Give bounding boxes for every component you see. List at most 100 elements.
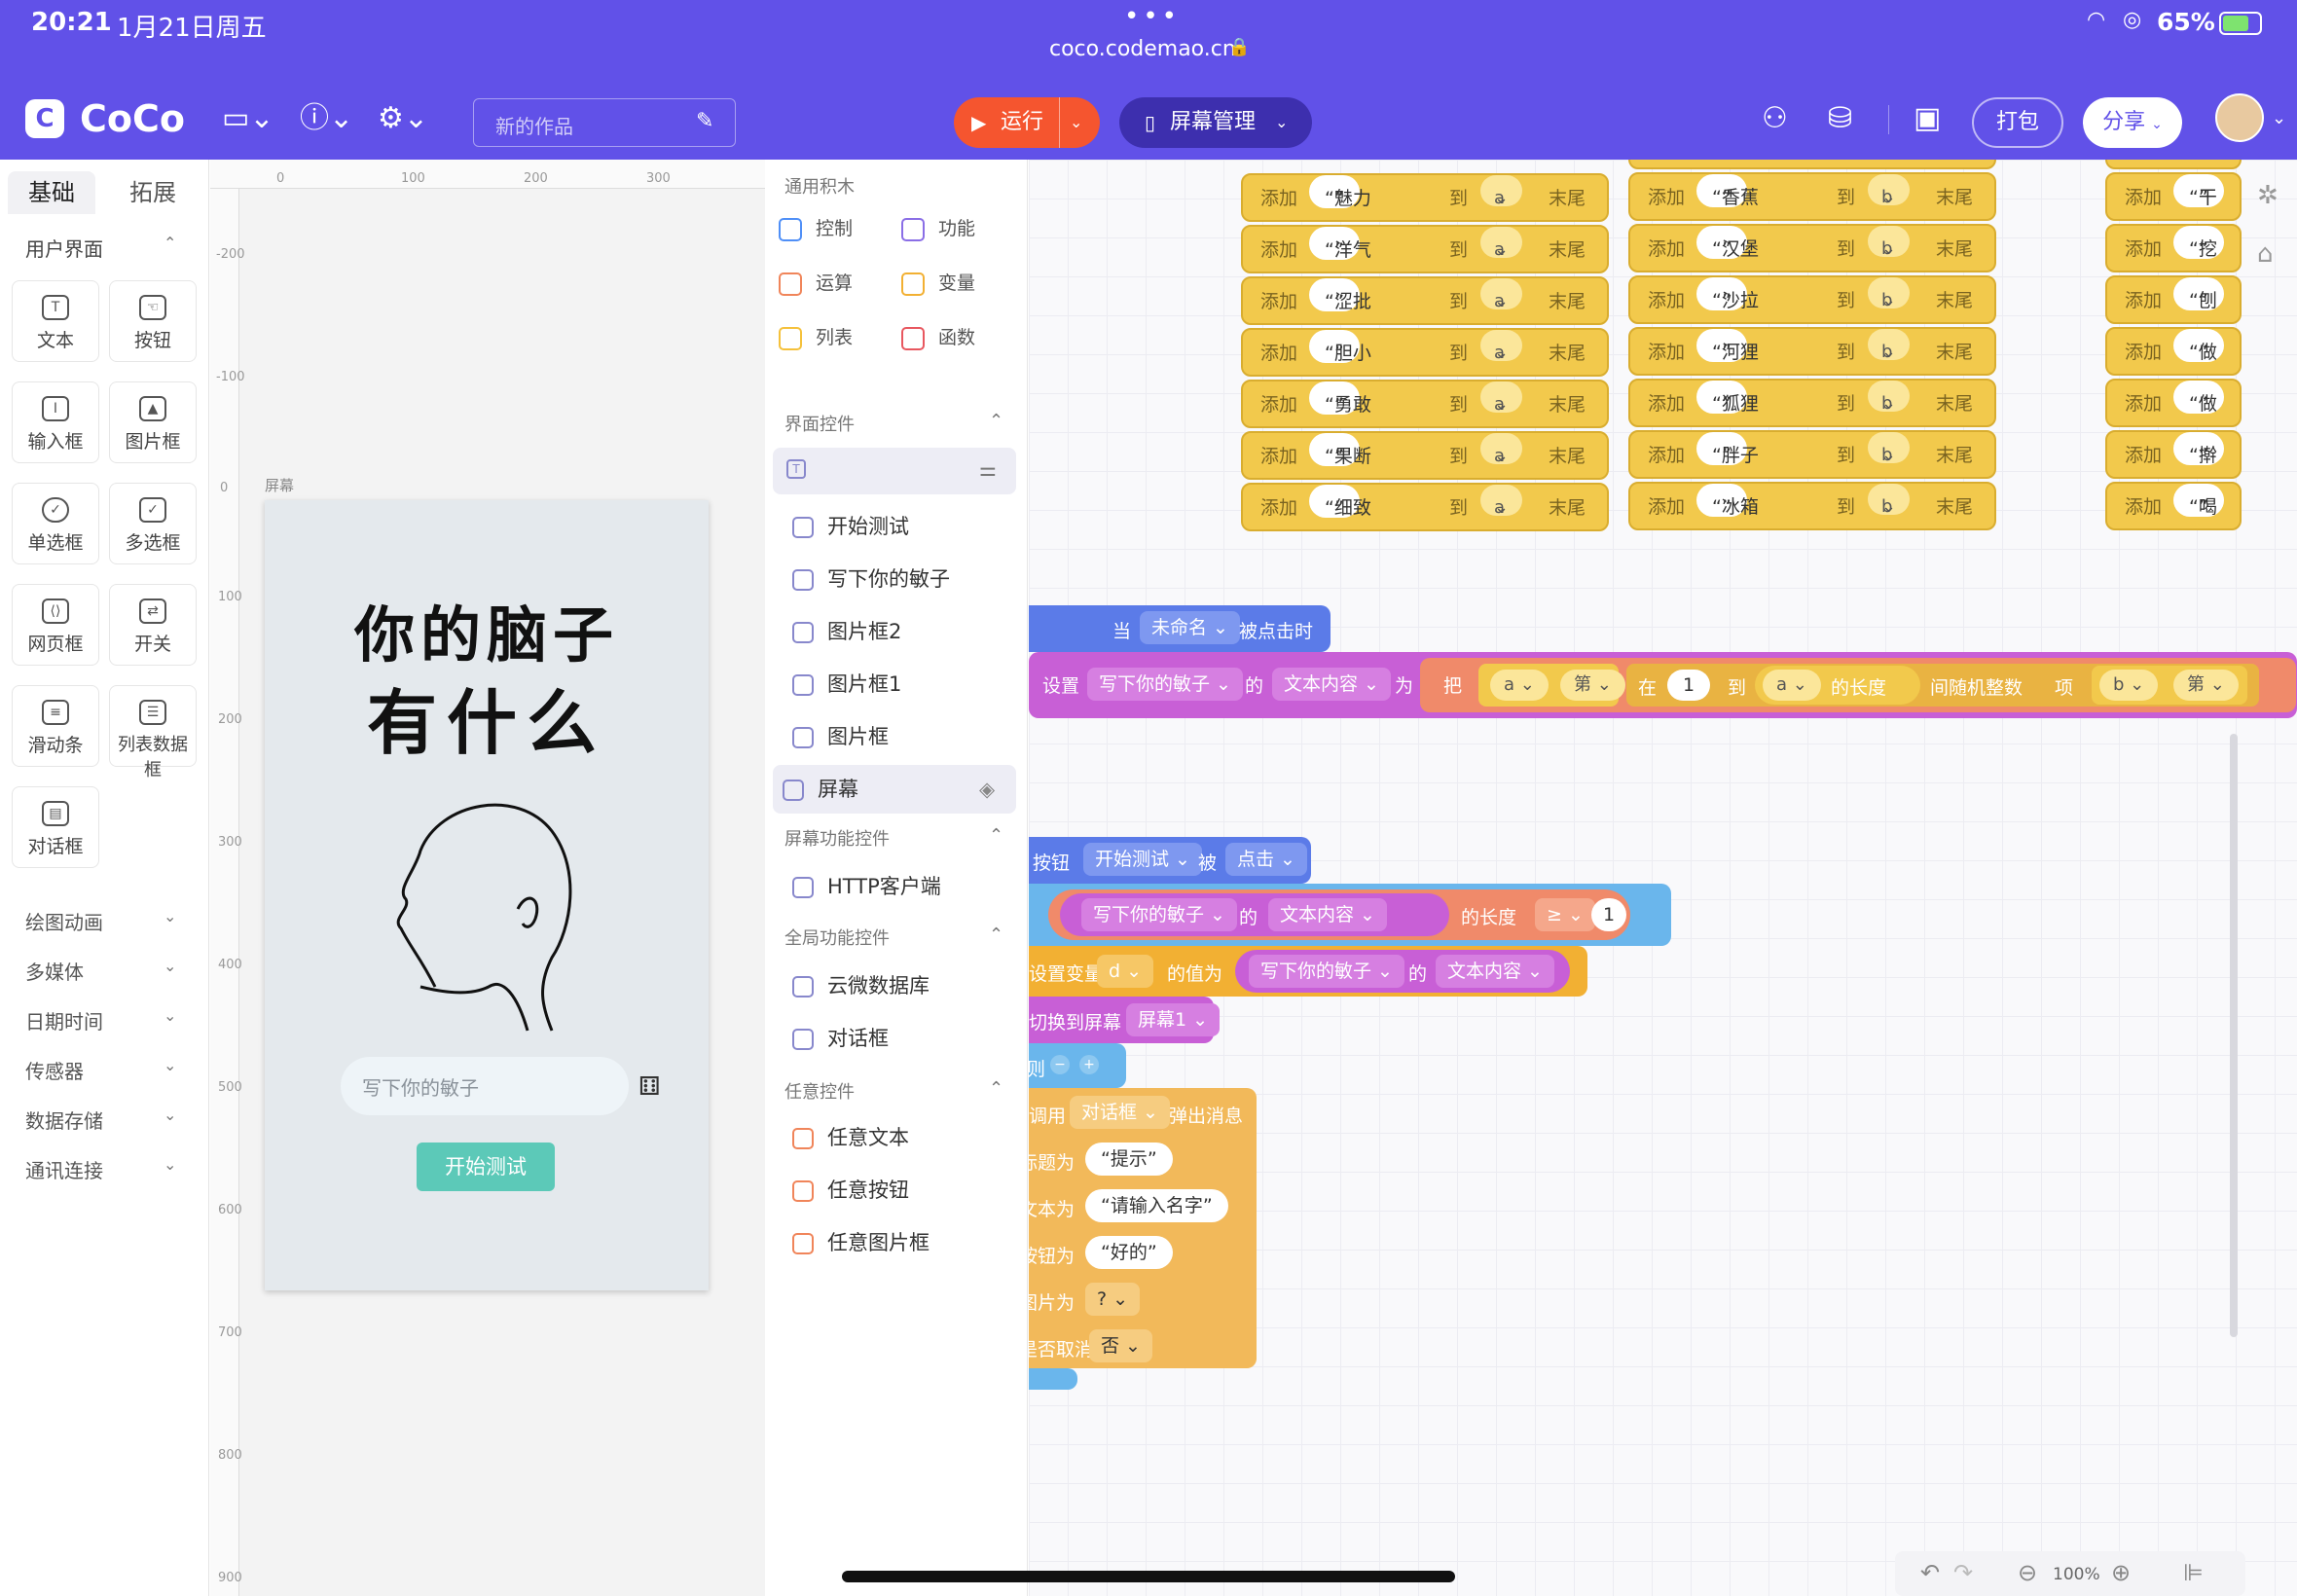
category-media[interactable]: 多媒体 ⌄ <box>25 957 176 985</box>
list-var-dropdown[interactable]: a ⌄ <box>1480 175 1523 208</box>
cancel-dropdown[interactable]: 否 ⌄ <box>1089 1329 1152 1362</box>
string-input[interactable]: “干” <box>2173 174 2224 208</box>
string-input[interactable]: “洋气” <box>1309 227 1371 261</box>
add-to-list-block[interactable]: 添加 “勇敢” 到 a ⌄ 末尾 <box>1241 380 1609 428</box>
list-get-block[interactable]: a ⌄ 第 ⌄ <box>1478 664 1625 707</box>
add-to-list-block[interactable]: 添加 “河狸” 到 b ⌄ 末尾 <box>1628 327 1996 376</box>
bug-icon[interactable]: ✲ <box>2257 181 2279 210</box>
string-input[interactable]: “果断” <box>1309 433 1371 467</box>
global-func-section[interactable]: 全局功能控件 ⌃ <box>784 925 1003 950</box>
random-int-block[interactable]: 在 1 到 a ⌄ 的长度 间随机整数 项 b ⌄ 第 ⌄ <box>1626 664 2259 707</box>
workspace-scrollbar[interactable] <box>2230 734 2238 1337</box>
string-input[interactable]: “香蕉” <box>1696 174 1759 208</box>
compare-block[interactable]: 写下你的敏子 ⌄ 的 文本内容 ⌄ 的长度 ≥ ⌄ 1 <box>1048 889 1630 940</box>
help-icon[interactable]: ⓘ⌄ <box>300 99 353 138</box>
string-input[interactable]: “挖” <box>2173 226 2224 260</box>
screen-func-section[interactable]: 屏幕功能控件 ⌃ <box>784 825 1003 851</box>
screen-manage-button[interactable]: ▯ 屏幕管理 ⌄ <box>1119 97 1312 148</box>
add-to-list-block[interactable]: 添加 “喝” <box>2105 482 2242 530</box>
screen-dropdown[interactable]: 屏幕1 ⌄ <box>1126 1003 1221 1036</box>
string-input[interactable]: “沙拉” <box>1696 277 1759 311</box>
list-var-dropdown[interactable]: b ⌄ <box>1868 174 1911 207</box>
add-to-list-block[interactable]: 添加 “挖” <box>2105 224 2242 272</box>
category-datetime[interactable]: 日期时间 ⌄ <box>25 1006 176 1034</box>
add-to-list-block[interactable]: 添加 “冰箱” 到 b ⌄ 末尾 <box>1628 482 1996 530</box>
category-sensor[interactable]: 传感器 ⌄ <box>25 1056 176 1084</box>
list-var-dropdown[interactable]: b ⌄ <box>1868 381 1911 414</box>
any-text-item[interactable]: 任意文本 <box>783 1113 1016 1162</box>
sliders-icon[interactable]: ⚌ <box>979 457 997 481</box>
add-to-list-block[interactable]: 添加 “汉堡” 到 b ⌄ 末尾 <box>1628 224 1996 272</box>
di2-dropdown[interactable]: 第 ⌄ <box>2173 670 2239 701</box>
list-var-dropdown[interactable]: b ⌄ <box>1868 277 1911 310</box>
prop-dropdown[interactable]: 文本内容 ⌄ <box>1272 668 1391 701</box>
var-a2[interactable]: a ⌄ <box>1763 670 1821 701</box>
text-prop-block[interactable]: 写下你的敏子 ⌄ 的 文本内容 ⌄ <box>1235 950 1570 993</box>
widget-button[interactable]: ☜ 按钮 <box>109 280 197 362</box>
string-input[interactable]: “魅力” <box>1309 175 1371 209</box>
widget-input[interactable]: I 输入框 <box>12 381 99 463</box>
dice-icon[interactable]: ⚅ <box>638 1072 661 1102</box>
widget-text[interactable]: T 文本 <box>12 280 99 362</box>
string-input[interactable]: “细致” <box>1309 485 1371 519</box>
block-category-5[interactable]: 函数 <box>901 323 975 350</box>
ui-widgets-section[interactable]: 界面控件 ⌃ <box>784 411 1003 436</box>
http-client-item[interactable]: HTTP客户端 <box>783 862 1016 911</box>
dialog-dropdown[interactable]: 对话框 ⌄ <box>1070 1096 1170 1129</box>
folder-icon[interactable]: ▭⌄ <box>222 99 273 138</box>
avatar-chevron-icon[interactable]: ⌄ <box>2272 99 2286 138</box>
ui-item-4[interactable]: 图片框 <box>783 712 1016 761</box>
target-dropdown[interactable]: 开始测试 ⌄ <box>1083 843 1202 876</box>
settings-icon[interactable]: ⚙⌄ <box>378 99 428 138</box>
switch-screen-block[interactable]: 切换到屏幕 屏幕1 ⌄ <box>1029 997 1221 1043</box>
list-var-dropdown[interactable]: a ⌄ <box>1480 227 1523 260</box>
ui-item-1[interactable]: 写下你的敏子 <box>783 555 1016 603</box>
layers-icon[interactable]: ◈ <box>979 765 995 814</box>
event-dropdown[interactable]: 点击 ⌄ <box>1225 843 1307 876</box>
add-to-list-block[interactable]: 添加 “胖子” 到 b ⌄ 末尾 <box>1628 430 1996 479</box>
dialog-item[interactable]: 对话框 <box>783 1014 1016 1063</box>
add-to-list-block[interactable]: 添加 “涩批” 到 a ⌄ 末尾 <box>1241 276 1609 325</box>
add-to-list-block[interactable]: 添加 “果断” 到 a ⌄ 末尾 <box>1241 431 1609 480</box>
add-to-list-block[interactable]: 添加 “胆小” 到 a ⌄ 末尾 <box>1241 328 1609 377</box>
widget-webview[interactable]: ⟨⟩ 网页框 <box>12 584 99 666</box>
pack-button[interactable]: 打包 <box>1972 97 2063 148</box>
di-dropdown[interactable]: 第 ⌄ <box>1560 670 1625 701</box>
length-block[interactable]: a ⌄ 的长度 <box>1755 666 1920 705</box>
redo-icon[interactable]: ↷ <box>1953 1559 1973 1586</box>
list-var-dropdown[interactable]: b ⌄ <box>1868 484 1911 517</box>
stage-input[interactable]: 写下你的敏子 <box>341 1057 629 1115</box>
number-input[interactable]: 1 <box>1591 898 1627 931</box>
string-input[interactable]: “勇敢” <box>1309 381 1371 416</box>
var-b[interactable]: b ⌄ <box>2099 670 2159 701</box>
operator-dropdown[interactable]: ≥ ⌄ <box>1535 898 1595 931</box>
string-input[interactable]: “河狸” <box>1696 329 1759 363</box>
stage-start-button[interactable]: 开始测试 <box>417 1143 555 1191</box>
add-to-list-block[interactable]: 添加 “魅力” 到 a ⌄ 末尾 <box>1241 173 1609 222</box>
string-input[interactable]: “擀” <box>2173 432 2224 466</box>
block-category-1[interactable]: 功能 <box>901 214 975 241</box>
set-variable-block[interactable]: 设置变量 d ⌄ 的值为 写下你的敏子 ⌄ 的 文本内容 ⌄ <box>1029 946 1587 997</box>
more-dots-icon[interactable]: ••• <box>1124 2 1181 31</box>
string-input[interactable]: “胖子” <box>1696 432 1759 466</box>
block-category-0[interactable]: 控制 <box>779 214 853 241</box>
event-block-when-clicked[interactable]: 当 未命名 ⌄ 被点击时 <box>1029 605 1331 652</box>
target-dropdown[interactable]: 写下你的敏子 ⌄ <box>1087 668 1243 701</box>
widget-image[interactable]: ▲ 图片框 <box>109 381 197 463</box>
string-input[interactable]: “胆小” <box>1309 330 1371 364</box>
var-dropdown[interactable]: d ⌄ <box>1097 955 1154 988</box>
list-var-dropdown[interactable]: a ⌄ <box>1480 330 1523 363</box>
if-block[interactable]: 写下你的敏子 ⌄ 的 文本内容 ⌄ 的长度 ≥ ⌄ 1 <box>1029 884 1671 946</box>
tab-extend[interactable]: 拓展 <box>109 171 197 214</box>
widget-list[interactable]: ☰ 列表数据框 <box>109 685 197 780</box>
set-text-block[interactable]: 设置 写下你的敏子 ⌄ 的 文本内容 ⌄ 为 把 a ⌄ 第 ⌄ 在 1 到 a… <box>1029 652 2297 718</box>
zoom-in-icon[interactable]: ⊕ <box>2111 1559 2131 1586</box>
ui-item-2[interactable]: 图片框2 <box>783 607 1016 656</box>
category-storage[interactable]: 数据存储 ⌄ <box>25 1106 176 1134</box>
widget-radio[interactable]: ✓ 单选框 <box>12 483 99 564</box>
list-var-dropdown[interactable]: a ⌄ <box>1480 485 1523 518</box>
string-input[interactable]: “狐狸” <box>1696 381 1759 415</box>
database-icon[interactable]: ⛁ <box>1828 99 1852 138</box>
target-dropdown[interactable]: 写下你的敏子 ⌄ <box>1249 955 1404 988</box>
store-icon[interactable]: ⌂ <box>2257 239 2274 269</box>
